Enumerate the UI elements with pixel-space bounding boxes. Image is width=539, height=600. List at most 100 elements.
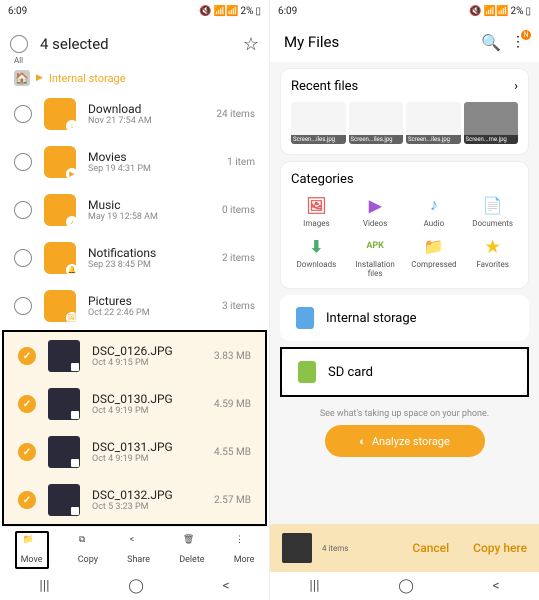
folder-row[interactable]: ▶ MoviesSep 19 4:31 PM 1 item — [0, 138, 269, 186]
row-checkbox[interactable] — [14, 105, 32, 123]
folder-icon: ▶ — [44, 146, 76, 178]
folder-icon: ↓ — [44, 98, 76, 130]
cancel-button[interactable]: Cancel — [412, 541, 449, 555]
row-checkbox[interactable] — [18, 443, 36, 461]
recent-files-title[interactable]: Recent files — [291, 79, 358, 94]
category-documents[interactable]: 📄 Documents — [467, 195, 518, 228]
folder-date: Nov 21 7:54 AM — [88, 116, 204, 126]
file-name: DSC_0131.JPG — [92, 440, 202, 454]
row-checkbox[interactable] — [14, 249, 32, 267]
delete-button[interactable]: 🗑Delete — [179, 535, 204, 565]
category-installation files[interactable]: APK Installation files — [350, 236, 401, 278]
recent-thumb[interactable]: Screen...iles.jpg — [291, 102, 346, 144]
move-button[interactable]: 📁Move — [15, 531, 49, 569]
file-row[interactable]: DSC_0126.JPGOct 4 9:15 PM 3.83 MB — [4, 332, 265, 380]
folder-date: Sep 23 8:45 PM — [88, 260, 210, 270]
select-all-checkbox[interactable] — [10, 35, 28, 53]
favorite-icon[interactable]: ☆ — [243, 34, 259, 55]
copy-here-button[interactable]: Copy here — [473, 541, 527, 555]
status-time: 6:09 — [278, 6, 297, 17]
row-checkbox[interactable] — [18, 347, 36, 365]
action-bar: 📁Move ⧉Copy <Share 🗑Delete ⋮More — [0, 526, 269, 572]
recent-thumb[interactable]: Screen...iles.jpg — [349, 102, 404, 144]
recent-thumb[interactable]: Screen...me.jpg — [464, 102, 519, 144]
row-checkbox[interactable] — [18, 491, 36, 509]
internal-storage-row[interactable]: Internal storage — [280, 295, 529, 341]
folder-name: Notifications — [88, 246, 210, 260]
file-name: DSC_0132.JPG — [92, 488, 202, 502]
category-compressed[interactable]: 📁 Compressed — [409, 236, 460, 278]
app-title: My Files — [284, 33, 471, 51]
folder-row[interactable]: 🖼 PicturesOct 22 2:46 PM 3 items — [0, 282, 269, 330]
recent-files-card: Recent files› Screen...iles.jpgScreen...… — [280, 68, 529, 155]
analyze-button[interactable]: ◐Analyze storage — [325, 425, 485, 457]
folder-icon: ♪ — [44, 194, 76, 226]
sd-icon — [298, 361, 316, 383]
search-icon[interactable]: 🔍 — [481, 33, 501, 52]
folder-row[interactable]: 🔔 NotificationsSep 23 8:45 PM 2 items — [0, 234, 269, 282]
file-thumb — [48, 340, 80, 372]
category-label: Installation files — [350, 260, 401, 278]
file-name: DSC_0130.JPG — [92, 392, 202, 406]
category-images[interactable]: 🖼 Images — [291, 195, 342, 228]
copy-bar: 4 items Cancel Copy here — [270, 524, 539, 572]
category-favorites[interactable]: ★ Favorites — [467, 236, 518, 278]
status-icons: 🔇📶📶2%▯ — [199, 6, 261, 17]
folder-name: Download — [88, 102, 204, 116]
sd-card-label: SD card — [328, 365, 373, 380]
sd-card-row[interactable]: SD card — [282, 349, 527, 395]
row-checkbox[interactable] — [18, 395, 36, 413]
content-area: Recent files› Screen...iles.jpgScreen...… — [270, 62, 539, 572]
home-icon[interactable]: 🏠 — [14, 70, 30, 86]
recent-thumb[interactable]: Screen...iles.jpg — [406, 102, 461, 144]
recents-nav[interactable]: ||| — [39, 578, 49, 594]
back-nav[interactable]: < — [223, 578, 230, 594]
folder-row[interactable]: ♪ MusicMay 19 12:58 AM 0 items — [0, 186, 269, 234]
chevron-right-icon[interactable]: › — [514, 79, 518, 94]
file-date: Oct 5 3:23 PM — [92, 502, 202, 512]
folder-icon: 🖼 — [44, 290, 76, 322]
status-icons: 🔇📶📶2%▯ — [469, 6, 531, 17]
category-label: Audio — [424, 219, 445, 228]
folder-meta: 0 items — [222, 205, 255, 216]
file-size: 3.83 MB — [214, 351, 251, 362]
file-row[interactable]: DSC_0132.JPGOct 5 3:23 PM 2.57 MB — [4, 476, 265, 524]
row-checkbox[interactable] — [14, 153, 32, 171]
selection-header: 4 selected ☆ — [0, 22, 269, 66]
nav-bar: ||| ◯ < — [270, 572, 539, 600]
right-screen: 6:09 🔇📶📶2%▯ My Files 🔍 ⋮N Recent files› … — [270, 0, 539, 600]
row-checkbox[interactable] — [14, 201, 32, 219]
more-button[interactable]: ⋮More — [234, 535, 255, 565]
file-row[interactable]: DSC_0130.JPGOct 4 9:19 PM 4.59 MB — [4, 380, 265, 428]
storage-hint: See what's taking up space on your phone… — [270, 399, 539, 425]
file-name: DSC_0126.JPG — [92, 344, 202, 358]
folder-meta: 3 items — [222, 301, 255, 312]
folder-row[interactable]: ↓ DownloadNov 21 7:54 AM 24 items — [0, 90, 269, 138]
folder-name: Movies — [88, 150, 215, 164]
share-button[interactable]: <Share — [127, 535, 150, 565]
copy-button[interactable]: ⧉Copy — [78, 535, 98, 565]
left-screen: 6:09 🔇📶📶2%▯ 4 selected ☆ All 🏠 ▶ Interna… — [0, 0, 269, 600]
categories-card: Categories 🖼 Images ▶ Videos ♪ Audio 📄 D… — [280, 161, 529, 289]
file-date: Oct 4 9:19 PM — [92, 406, 202, 416]
category-downloads[interactable]: ⬇ Downloads — [291, 236, 342, 278]
folder-name: Music — [88, 198, 210, 212]
file-row[interactable]: DSC_0131.JPGOct 4 9:19 PM 4.55 MB — [4, 428, 265, 476]
folder-meta: 24 items — [216, 109, 255, 120]
home-nav[interactable]: ◯ — [398, 578, 414, 594]
category-label: Images — [303, 219, 329, 228]
status-bar: 6:09 🔇📶📶2%▯ — [0, 0, 269, 22]
folder-meta: 1 item — [227, 157, 255, 168]
row-checkbox[interactable] — [14, 297, 32, 315]
back-nav[interactable]: < — [493, 578, 500, 594]
category-videos[interactable]: ▶ Videos — [350, 195, 401, 228]
folder-date: Oct 22 2:46 PM — [88, 308, 210, 318]
home-nav[interactable]: ◯ — [128, 578, 144, 594]
recents-nav[interactable]: ||| — [309, 578, 319, 594]
breadcrumb-label[interactable]: Internal storage — [49, 72, 126, 85]
file-thumb — [48, 388, 80, 420]
menu-icon[interactable]: ⋮N — [511, 34, 525, 50]
breadcrumb[interactable]: 🏠 ▶ Internal storage — [0, 66, 269, 90]
category-audio[interactable]: ♪ Audio — [409, 195, 460, 228]
file-size: 4.59 MB — [214, 399, 251, 410]
